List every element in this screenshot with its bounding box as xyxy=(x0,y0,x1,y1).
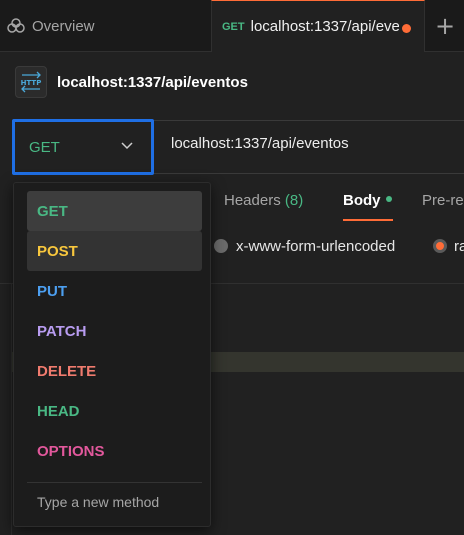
tab-pre-request[interactable]: Pre-re xyxy=(422,192,464,209)
tab-request-active[interactable]: GET localhost:1337/api/eventos xyxy=(211,0,425,52)
tab-body[interactable]: Body xyxy=(343,192,392,209)
tab-body-label: Body xyxy=(343,192,381,209)
method-option-label: PUT xyxy=(37,282,67,300)
method-select-value: GET xyxy=(29,138,60,156)
dropdown-divider xyxy=(27,482,202,483)
new-method-input[interactable]: Type a new method xyxy=(37,494,159,510)
tab-url-label: localhost:1337/api/eventos xyxy=(250,18,399,35)
method-option-head[interactable]: HEAD xyxy=(27,391,202,431)
method-option-label: GET xyxy=(37,202,68,220)
http-request-icon: HTTP xyxy=(15,66,47,98)
tab-headers-label: Headers xyxy=(224,192,281,209)
method-select[interactable]: GET xyxy=(12,119,154,175)
method-option-label: DELETE xyxy=(37,362,97,380)
request-name[interactable]: localhost:1337/api/eventos xyxy=(57,74,248,91)
editor-gutter xyxy=(0,284,12,535)
method-option-label: POST xyxy=(37,242,78,260)
radio-form-urlencoded-label[interactable]: x-www-form-urlencoded xyxy=(236,238,395,255)
method-option-put[interactable]: PUT xyxy=(27,271,202,311)
tab-headers[interactable]: Headers (8) xyxy=(224,192,303,209)
method-option-post[interactable]: POST xyxy=(27,231,202,271)
chevron-down-icon xyxy=(121,142,133,150)
overview-icon xyxy=(7,18,25,33)
tab-overview[interactable]: Overview xyxy=(0,0,211,52)
url-input[interactable]: localhost:1337/api/eventos xyxy=(171,135,349,152)
tab-method-label: GET xyxy=(222,20,245,33)
method-option-label: OPTIONS xyxy=(37,442,105,460)
radio-raw-label[interactable]: ra xyxy=(454,238,464,255)
body-indicator-dot xyxy=(385,196,392,203)
tab-body-underline xyxy=(343,219,393,221)
request-header: HTTP localhost:1337/api/eventos xyxy=(15,66,248,98)
http-icon-text: HTTP xyxy=(21,79,42,87)
tab-overview-label: Overview xyxy=(32,17,95,35)
method-option-label: HEAD xyxy=(37,402,80,420)
unsaved-changes-dot[interactable] xyxy=(402,24,411,33)
radio-form-urlencoded[interactable] xyxy=(214,239,228,253)
tab-headers-count: (8) xyxy=(284,192,304,209)
method-option-patch[interactable]: PATCH xyxy=(27,311,202,351)
radio-raw[interactable] xyxy=(433,239,447,253)
method-dropdown: GET POST PUT PATCH DELETE HEAD OPTIONS T… xyxy=(13,182,211,527)
new-tab-button[interactable]: + xyxy=(426,0,464,52)
method-option-label: PATCH xyxy=(37,322,87,340)
method-option-options[interactable]: OPTIONS xyxy=(27,431,202,471)
method-option-get[interactable]: GET xyxy=(27,191,202,231)
method-option-delete[interactable]: DELETE xyxy=(27,351,202,391)
tab-bar: Overview GET localhost:1337/api/eventos … xyxy=(0,0,464,52)
